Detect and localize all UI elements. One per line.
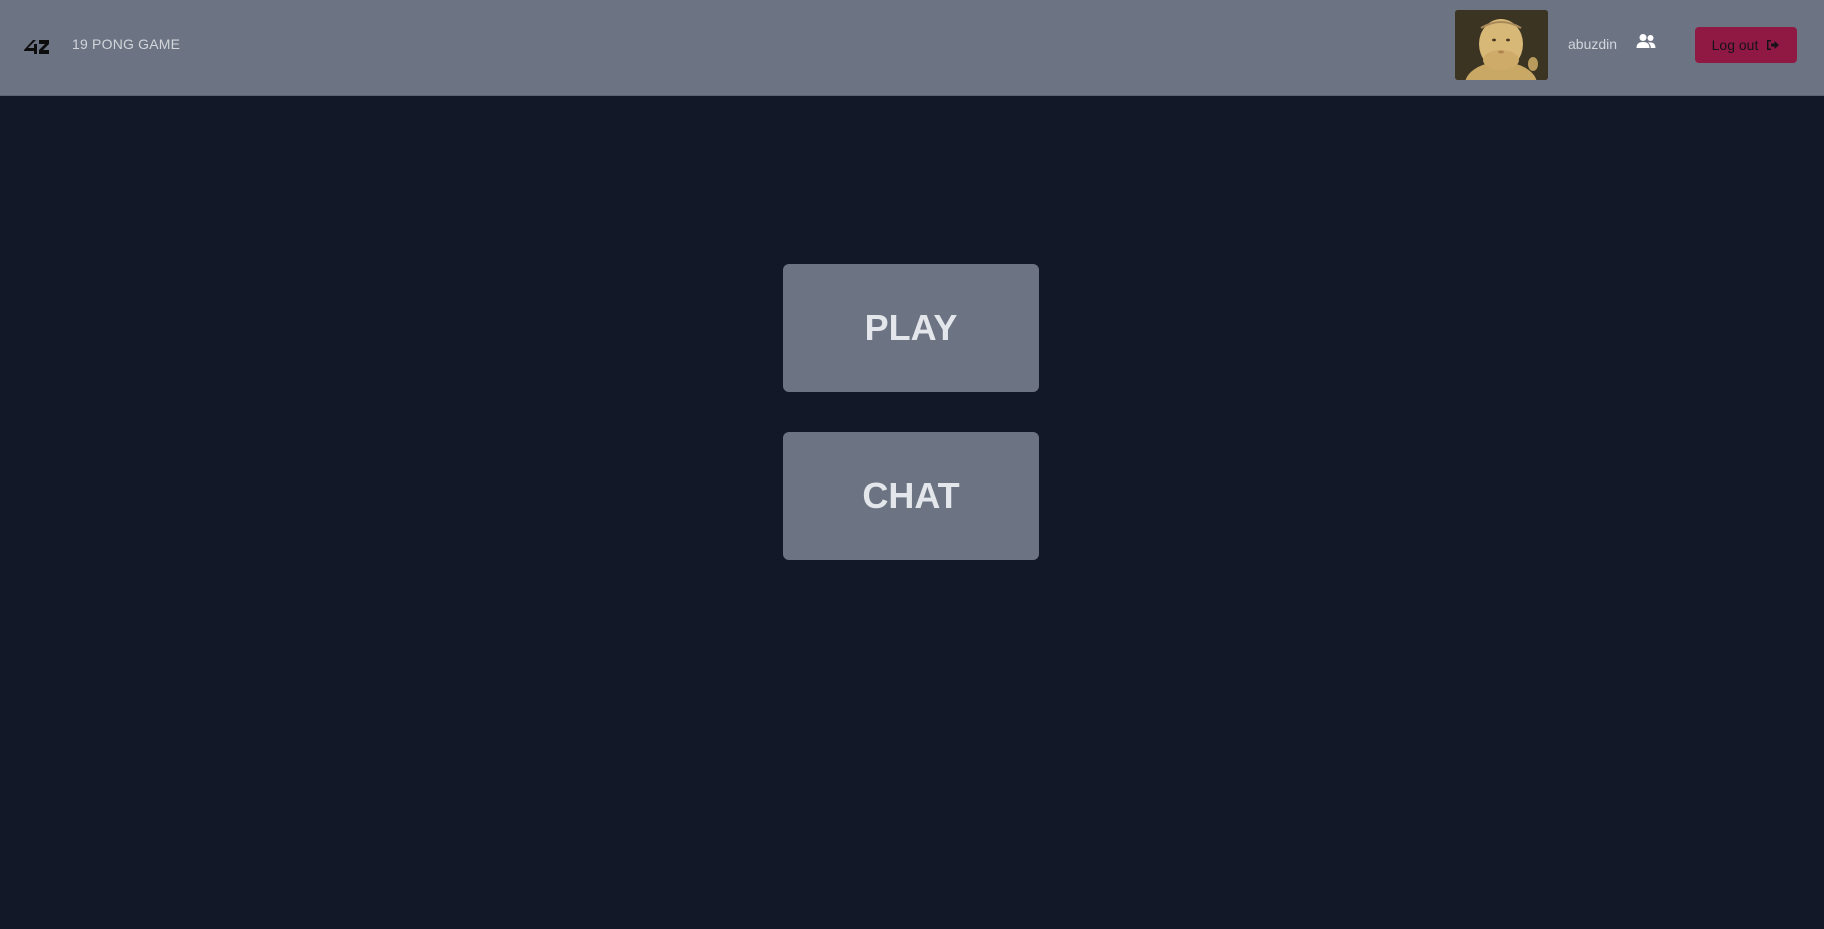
avatar-image [1455,10,1548,80]
brand-title[interactable]: 19 PONG GAME [72,36,180,52]
top-navbar: 19 PONG GAME abuzdin Log out [0,0,1824,96]
play-button[interactable]: PLAY [783,264,1039,392]
username[interactable]: abuzdin [1568,36,1617,52]
users-icon[interactable] [1636,33,1656,49]
logout-button[interactable]: Log out [1695,27,1797,63]
42-logo-icon[interactable] [22,30,52,60]
chat-button[interactable]: CHAT [783,432,1039,560]
logout-label: Log out [1711,37,1759,53]
sign-out-icon [1767,40,1780,50]
user-avatar[interactable] [1455,10,1548,80]
